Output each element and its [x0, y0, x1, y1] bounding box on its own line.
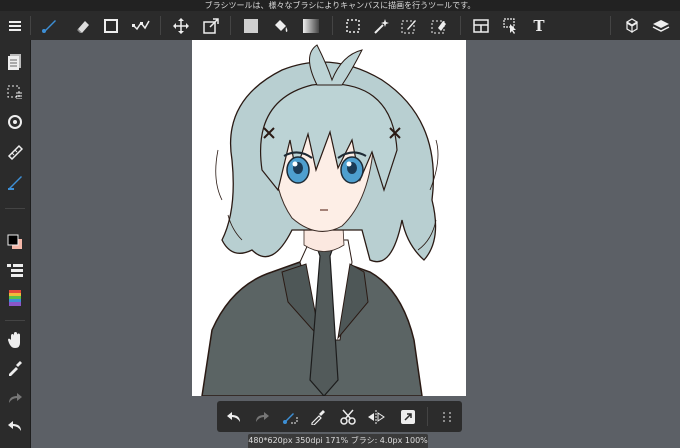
- select-eraser-icon[interactable]: [426, 11, 452, 40]
- snap-icon[interactable]: [0, 110, 30, 134]
- anime-character-sketch: [201, 44, 439, 396]
- text-tool-icon[interactable]: T: [528, 11, 550, 40]
- edit-tool-icon[interactable]: [128, 11, 154, 40]
- undo-icon[interactable]: [220, 401, 248, 432]
- move-tool-icon[interactable]: [168, 11, 194, 40]
- select-pen-icon[interactable]: [396, 11, 422, 40]
- divider: [460, 16, 461, 35]
- divider: [427, 407, 428, 426]
- layers-icon[interactable]: [648, 11, 674, 40]
- brush-tool-icon[interactable]: [36, 11, 62, 40]
- divider: [160, 16, 161, 35]
- divider: [5, 208, 25, 209]
- magic-wand-icon[interactable]: [368, 11, 394, 40]
- selection-layer-icon[interactable]: [0, 80, 30, 104]
- layer-property-icon[interactable]: [0, 258, 30, 282]
- hand-tool-icon[interactable]: [0, 328, 30, 352]
- undo-icon[interactable]: [0, 414, 30, 438]
- color-palette-icon[interactable]: [0, 286, 30, 310]
- color-swatch-icon[interactable]: [0, 230, 30, 254]
- text-tool-label: T: [533, 16, 545, 35]
- more-grid-icon[interactable]: [433, 401, 461, 432]
- redo-icon[interactable]: [248, 401, 276, 432]
- transform-icon[interactable]: [394, 401, 422, 432]
- quick-access-bar: [217, 401, 462, 432]
- gradient-tool-icon[interactable]: [298, 11, 324, 40]
- transform-tool-icon[interactable]: [198, 11, 224, 40]
- hint-bar: ブラシツールは、様々なブラシによりキャンバスに描画を行うツールです。: [0, 0, 680, 11]
- flip-icon[interactable]: [362, 401, 390, 432]
- cut-icon[interactable]: [334, 401, 362, 432]
- divider: [332, 16, 333, 35]
- canvas-paper[interactable]: [192, 40, 466, 396]
- brush-snap-icon[interactable]: [276, 401, 304, 432]
- divider: [610, 16, 611, 35]
- divider: [30, 16, 31, 35]
- left-sidebar: [0, 40, 31, 448]
- menu-icon[interactable]: [4, 11, 26, 40]
- brush-settings-icon[interactable]: [0, 170, 30, 194]
- divider: [230, 16, 231, 35]
- select-tool-icon[interactable]: [340, 11, 366, 40]
- eraser-tool-icon[interactable]: [70, 11, 96, 40]
- frame-divide-icon[interactable]: [468, 11, 494, 40]
- shape-tool-icon[interactable]: [98, 11, 124, 40]
- redo-icon[interactable]: [0, 386, 30, 410]
- divider: [5, 320, 25, 321]
- bucket-tool-icon[interactable]: [268, 11, 294, 40]
- eyedropper-icon[interactable]: [0, 356, 30, 380]
- top-toolbar: T: [0, 11, 680, 41]
- page-manager-icon[interactable]: [0, 50, 30, 74]
- material-icon[interactable]: [620, 11, 644, 40]
- eyedropper-icon[interactable]: [304, 401, 332, 432]
- fill-color-icon[interactable]: [238, 11, 264, 40]
- operation-tool-icon[interactable]: [498, 11, 524, 40]
- status-text: 480*620px 350dpi 171% ブラシ: 4.0px 100%: [248, 436, 428, 445]
- hint-text: ブラシツールは、様々なブラシによりキャンバスに描画を行うツールです。: [204, 1, 476, 10]
- status-bar: 480*620px 350dpi 171% ブラシ: 4.0px 100%: [248, 434, 428, 448]
- ruler-icon[interactable]: [0, 140, 30, 164]
